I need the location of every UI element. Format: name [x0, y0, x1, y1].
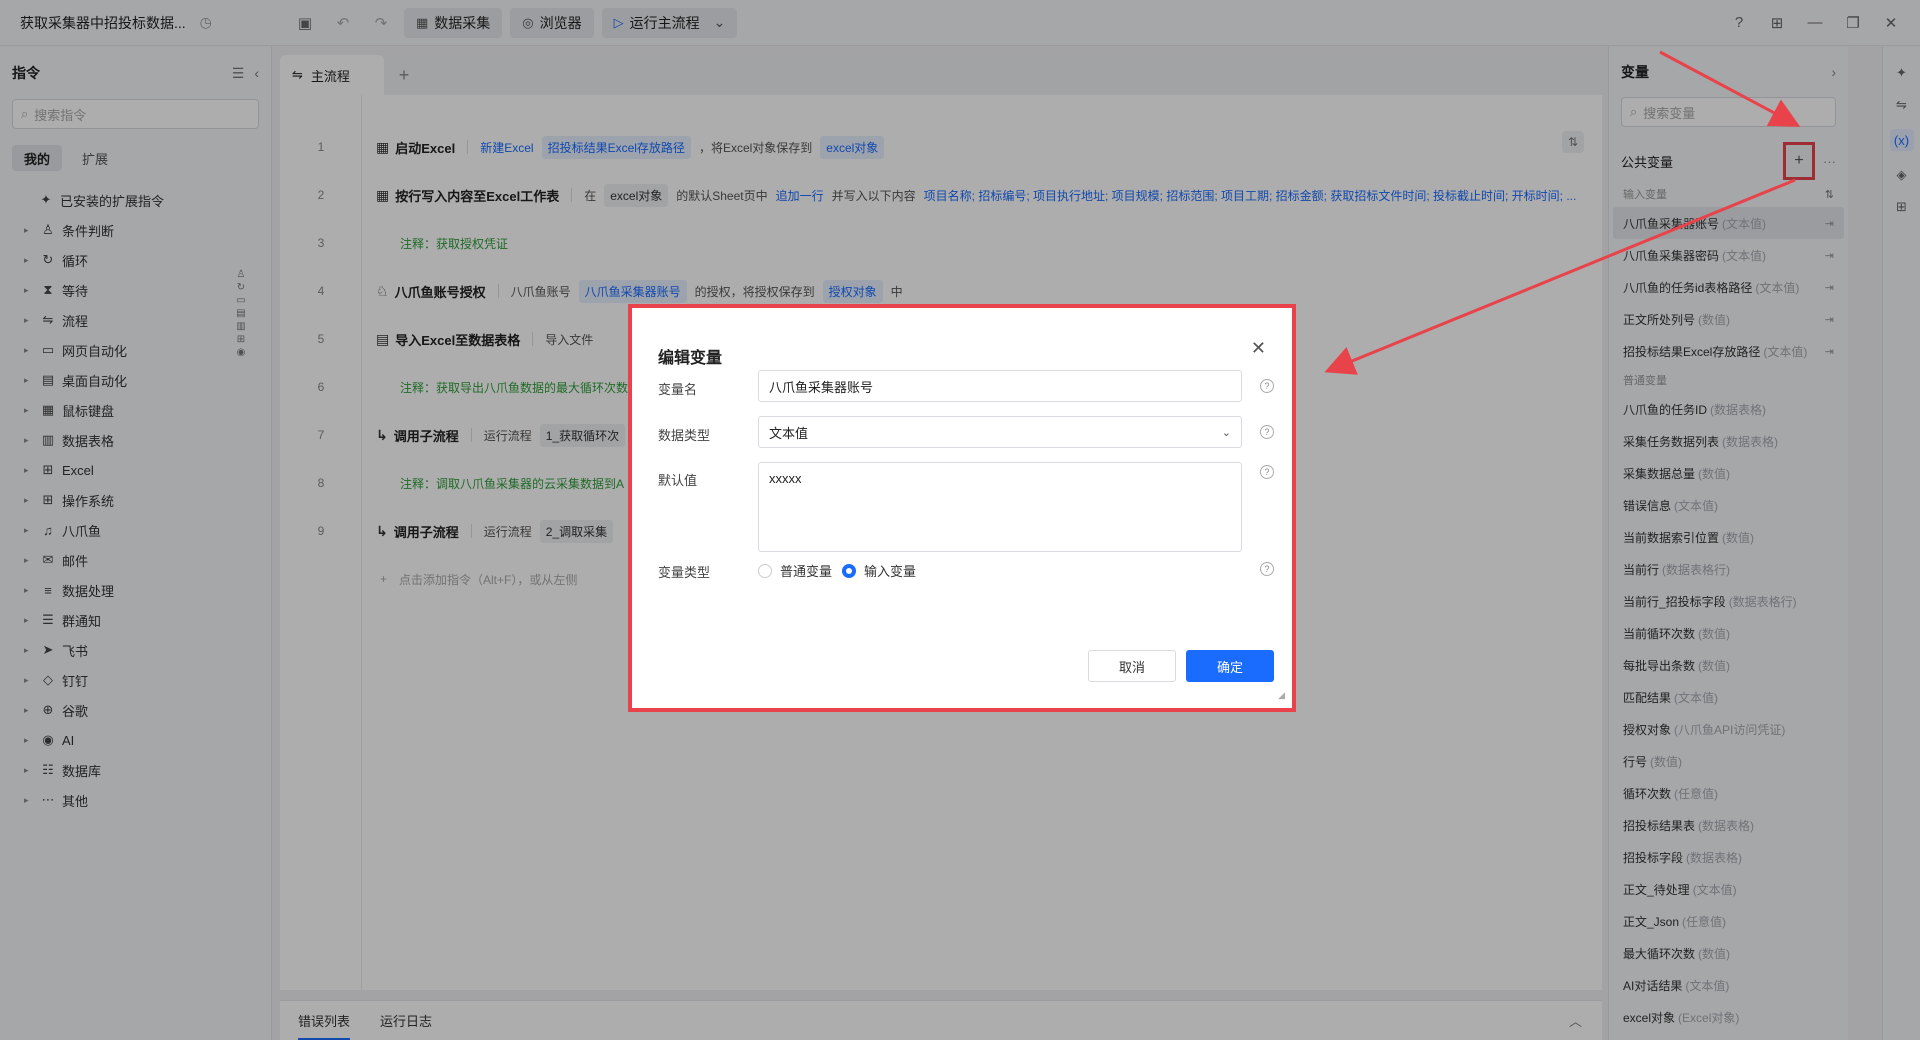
data-type-select[interactable]: 文本值 ⌄ — [758, 416, 1242, 448]
help-icon[interactable]: ? — [1260, 562, 1274, 576]
close-icon[interactable]: ✕ — [1251, 338, 1266, 359]
data-type-label: 数据类型 — [658, 428, 711, 443]
radio-input-label: 输入变量 — [864, 564, 917, 579]
default-value-textarea[interactable]: xxxxx — [758, 462, 1242, 552]
default-value-label: 默认值 — [658, 473, 698, 488]
help-icon[interactable]: ? — [1260, 425, 1274, 439]
radio-checked-icon — [842, 563, 856, 578]
chevron-down-icon: ⌄ — [1221, 426, 1231, 439]
cancel-button[interactable]: 取消 — [1088, 650, 1176, 682]
data-type-value: 文本值 — [769, 425, 809, 441]
radio-unchecked-icon — [758, 563, 772, 578]
variable-name-label: 变量名 — [658, 382, 698, 397]
help-icon[interactable]: ? — [1260, 465, 1274, 479]
confirm-button[interactable]: 确定 — [1186, 650, 1274, 682]
variable-name-value: 八爪鱼采集器账号 — [769, 379, 874, 395]
resize-handle-icon[interactable]: ◢ — [1278, 690, 1285, 701]
variable-name-input[interactable]: 八爪鱼采集器账号 — [758, 370, 1242, 402]
default-value-text: xxxxx — [769, 471, 802, 486]
radio-normal-variable[interactable]: 普通变量 — [758, 561, 832, 580]
dialog-highlight-frame: 编辑变量 ✕ 变量名 八爪鱼采集器账号 ? 数据类型 文本值 ⌄ ? 默认值 xx… — [628, 304, 1296, 712]
dialog-title: 编辑变量 — [658, 350, 723, 367]
help-icon[interactable]: ? — [1260, 379, 1274, 393]
variable-kind-label: 变量类型 — [658, 565, 711, 580]
radio-input-variable[interactable]: 输入变量 — [842, 561, 916, 580]
radio-normal-label: 普通变量 — [780, 564, 833, 579]
edit-variable-dialog: 编辑变量 ✕ 变量名 八爪鱼采集器账号 ? 数据类型 文本值 ⌄ ? 默认值 xx… — [636, 312, 1288, 704]
